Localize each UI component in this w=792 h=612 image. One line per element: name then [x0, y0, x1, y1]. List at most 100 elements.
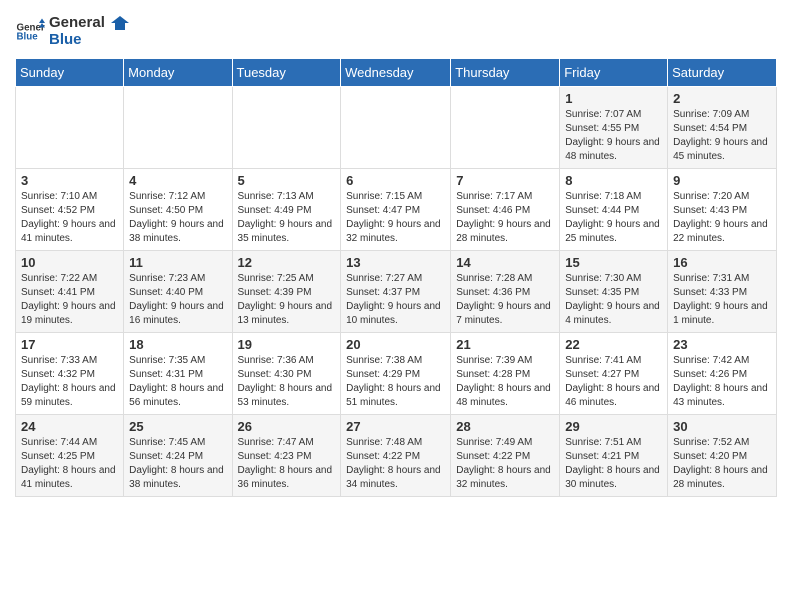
day-number: 30: [673, 419, 771, 434]
column-header-monday: Monday: [124, 59, 232, 87]
day-info: Sunrise: 7:45 AM Sunset: 4:24 PM Dayligh…: [129, 436, 226, 492]
header-row: SundayMondayTuesdayWednesdayThursdayFrid…: [16, 59, 777, 87]
logo-blue: Blue: [49, 32, 129, 49]
calendar-body: 1 Sunrise: 7:07 AM Sunset: 4:55 PM Daylig…: [16, 87, 777, 497]
day-cell: 21Sunrise: 7:39 AM Sunset: 4:28 PM Dayli…: [451, 333, 560, 415]
day-number: 25: [129, 419, 226, 434]
day-number: 14: [456, 255, 554, 270]
day-info: Sunrise: 7:18 AM Sunset: 4:44 PM Dayligh…: [565, 190, 662, 246]
header: General Blue General Blue: [15, 15, 777, 48]
day-number: 3: [21, 173, 118, 188]
day-info: Sunrise: 7:49 AM Sunset: 4:22 PM Dayligh…: [456, 436, 554, 492]
day-cell: 26 Sunrise: 7:47 AM Sunset: 4:23 PM Dayli…: [232, 415, 341, 497]
day-number: 1: [565, 91, 662, 106]
day-info: Sunrise: 7:35 AM Sunset: 4:31 PM Dayligh…: [129, 354, 226, 410]
day-cell: 16Sunrise: 7:31 AM Sunset: 4:33 PM Dayli…: [668, 251, 777, 333]
day-cell: 2 Sunrise: 7:09 AM Sunset: 4:54 PM Daylig…: [668, 87, 777, 169]
day-number: 12: [238, 255, 336, 270]
day-info: Sunrise: 7:51 AM Sunset: 4:21 PM Dayligh…: [565, 436, 662, 492]
day-info: Sunrise: 7:12 AM Sunset: 4:50 PM Dayligh…: [129, 190, 226, 246]
column-header-tuesday: Tuesday: [232, 59, 341, 87]
day-info: Sunrise: 7:13 AM Sunset: 4:49 PM Dayligh…: [238, 190, 336, 246]
day-cell: 23 Sunrise: 7:42 AM Sunset: 4:26 PM Dayli…: [668, 333, 777, 415]
logo: General Blue General Blue: [15, 15, 129, 48]
day-number: 11: [129, 255, 226, 270]
day-info: Sunrise: 7:22 AM Sunset: 4:41 PM Dayligh…: [21, 272, 118, 328]
day-number: 24: [21, 419, 118, 434]
day-info: Sunrise: 7:33 AM Sunset: 4:32 PM Dayligh…: [21, 354, 118, 410]
day-info: Sunrise: 7:20 AM Sunset: 4:43 PM Dayligh…: [673, 190, 771, 246]
day-number: 16: [673, 255, 771, 270]
day-cell: 20Sunrise: 7:38 AM Sunset: 4:29 PM Dayli…: [341, 333, 451, 415]
day-info: Sunrise: 7:47 AM Sunset: 4:23 PM Dayligh…: [238, 436, 336, 492]
day-cell: 14 Sunrise: 7:28 AM Sunset: 4:36 PM Dayli…: [451, 251, 560, 333]
day-cell: 13Sunrise: 7:27 AM Sunset: 4:37 PM Dayli…: [341, 251, 451, 333]
week-row-3: 10 Sunrise: 7:22 AM Sunset: 4:41 PM Dayli…: [16, 251, 777, 333]
day-cell: 30Sunrise: 7:52 AM Sunset: 4:20 PM Dayli…: [668, 415, 777, 497]
column-header-wednesday: Wednesday: [341, 59, 451, 87]
day-info: Sunrise: 7:39 AM Sunset: 4:28 PM Dayligh…: [456, 354, 554, 410]
day-number: 27: [346, 419, 445, 434]
day-number: 2: [673, 91, 771, 106]
day-number: 26: [238, 419, 336, 434]
day-cell: 4 Sunrise: 7:12 AM Sunset: 4:50 PM Daylig…: [124, 169, 232, 251]
day-number: 9: [673, 173, 771, 188]
day-info: Sunrise: 7:27 AM Sunset: 4:37 PM Dayligh…: [346, 272, 445, 328]
day-info: Sunrise: 7:10 AM Sunset: 4:52 PM Dayligh…: [21, 190, 118, 246]
logo-icon: General Blue: [15, 17, 45, 47]
day-cell: [16, 87, 124, 169]
day-info: Sunrise: 7:28 AM Sunset: 4:36 PM Dayligh…: [456, 272, 554, 328]
day-number: 28: [456, 419, 554, 434]
day-info: Sunrise: 7:41 AM Sunset: 4:27 PM Dayligh…: [565, 354, 662, 410]
day-cell: 11 Sunrise: 7:23 AM Sunset: 4:40 PM Dayli…: [124, 251, 232, 333]
day-number: 15: [565, 255, 662, 270]
day-cell: 29 Sunrise: 7:51 AM Sunset: 4:21 PM Dayli…: [560, 415, 668, 497]
day-number: 19: [238, 337, 336, 352]
day-number: 23: [673, 337, 771, 352]
day-info: Sunrise: 7:36 AM Sunset: 4:30 PM Dayligh…: [238, 354, 336, 410]
day-info: Sunrise: 7:07 AM Sunset: 4:55 PM Dayligh…: [565, 108, 662, 164]
day-number: 8: [565, 173, 662, 188]
day-number: 17: [21, 337, 118, 352]
day-info: Sunrise: 7:42 AM Sunset: 4:26 PM Dayligh…: [673, 354, 771, 410]
day-cell: 27Sunrise: 7:48 AM Sunset: 4:22 PM Dayli…: [341, 415, 451, 497]
day-cell: [451, 87, 560, 169]
day-cell: 28 Sunrise: 7:49 AM Sunset: 4:22 PM Dayli…: [451, 415, 560, 497]
day-cell: [232, 87, 341, 169]
day-number: 20: [346, 337, 445, 352]
day-number: 7: [456, 173, 554, 188]
day-cell: 19 Sunrise: 7:36 AM Sunset: 4:30 PM Dayli…: [232, 333, 341, 415]
week-row-2: 3 Sunrise: 7:10 AM Sunset: 4:52 PM Daylig…: [16, 169, 777, 251]
day-cell: 8 Sunrise: 7:18 AM Sunset: 4:44 PM Daylig…: [560, 169, 668, 251]
week-row-1: 1 Sunrise: 7:07 AM Sunset: 4:55 PM Daylig…: [16, 87, 777, 169]
svg-text:Blue: Blue: [17, 31, 39, 42]
calendar-table: SundayMondayTuesdayWednesdayThursdayFrid…: [15, 58, 777, 497]
week-row-5: 24 Sunrise: 7:44 AM Sunset: 4:25 PM Dayli…: [16, 415, 777, 497]
day-cell: 22 Sunrise: 7:41 AM Sunset: 4:27 PM Dayli…: [560, 333, 668, 415]
day-number: 4: [129, 173, 226, 188]
day-info: Sunrise: 7:15 AM Sunset: 4:47 PM Dayligh…: [346, 190, 445, 246]
day-cell: 25 Sunrise: 7:45 AM Sunset: 4:24 PM Dayli…: [124, 415, 232, 497]
day-cell: 3 Sunrise: 7:10 AM Sunset: 4:52 PM Daylig…: [16, 169, 124, 251]
day-cell: 15 Sunrise: 7:30 AM Sunset: 4:35 PM Dayli…: [560, 251, 668, 333]
day-cell: 9 Sunrise: 7:20 AM Sunset: 4:43 PM Daylig…: [668, 169, 777, 251]
day-info: Sunrise: 7:44 AM Sunset: 4:25 PM Dayligh…: [21, 436, 118, 492]
day-cell: [341, 87, 451, 169]
logo-general: General: [49, 15, 129, 32]
week-row-4: 17 Sunrise: 7:33 AM Sunset: 4:32 PM Dayli…: [16, 333, 777, 415]
day-info: Sunrise: 7:30 AM Sunset: 4:35 PM Dayligh…: [565, 272, 662, 328]
day-cell: 1 Sunrise: 7:07 AM Sunset: 4:55 PM Daylig…: [560, 87, 668, 169]
page: General Blue General Blue Sund: [0, 0, 792, 512]
day-cell: [124, 87, 232, 169]
day-number: 10: [21, 255, 118, 270]
day-number: 29: [565, 419, 662, 434]
day-cell: 12Sunrise: 7:25 AM Sunset: 4:39 PM Dayli…: [232, 251, 341, 333]
day-info: Sunrise: 7:09 AM Sunset: 4:54 PM Dayligh…: [673, 108, 771, 164]
day-cell: 6 Sunrise: 7:15 AM Sunset: 4:47 PM Daylig…: [341, 169, 451, 251]
logo-bird-icon: [111, 16, 129, 30]
day-number: 6: [346, 173, 445, 188]
day-number: 22: [565, 337, 662, 352]
column-header-thursday: Thursday: [451, 59, 560, 87]
column-header-saturday: Saturday: [668, 59, 777, 87]
day-info: Sunrise: 7:23 AM Sunset: 4:40 PM Dayligh…: [129, 272, 226, 328]
